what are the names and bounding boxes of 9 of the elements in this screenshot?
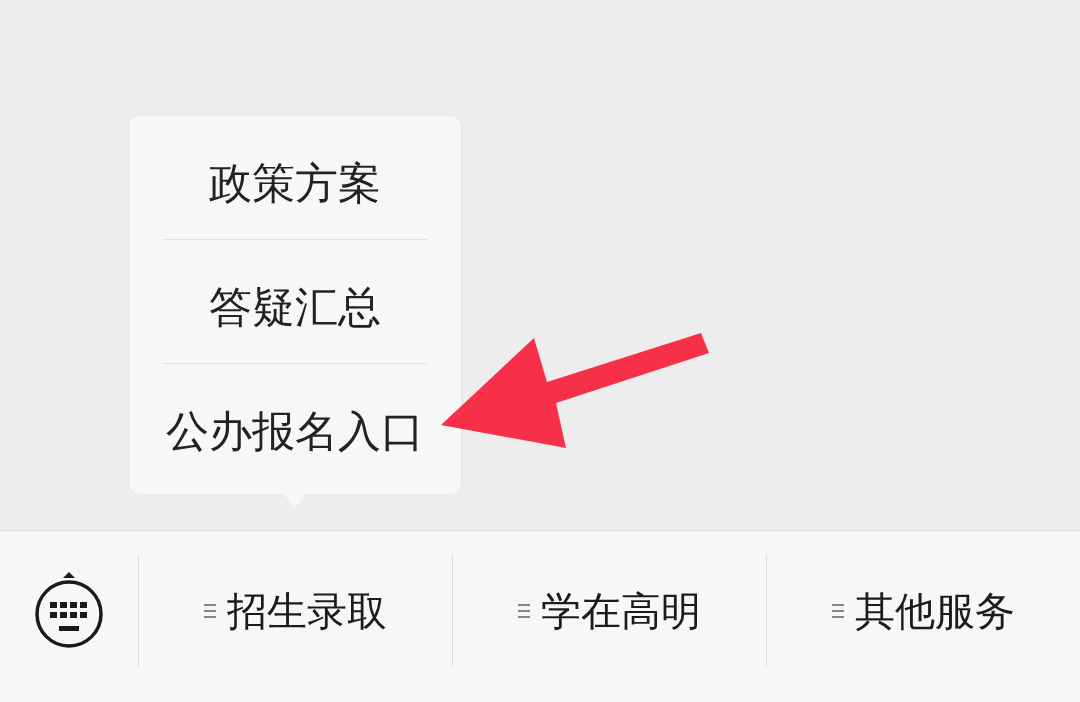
menu-tab[interactable]: 招生录取 [138, 555, 452, 667]
menu-tab[interactable]: 学在高明 [452, 555, 766, 667]
menu-icon [518, 604, 530, 618]
menu-icon [832, 604, 844, 618]
menu-icon [204, 604, 216, 618]
menu-item[interactable]: 答疑汇总 [129, 240, 461, 363]
menu-item[interactable]: 公办报名入口 [129, 364, 461, 487]
menu-tab[interactable]: 其他服务 [766, 555, 1080, 667]
menu-item[interactable]: 政策方案 [129, 116, 461, 239]
